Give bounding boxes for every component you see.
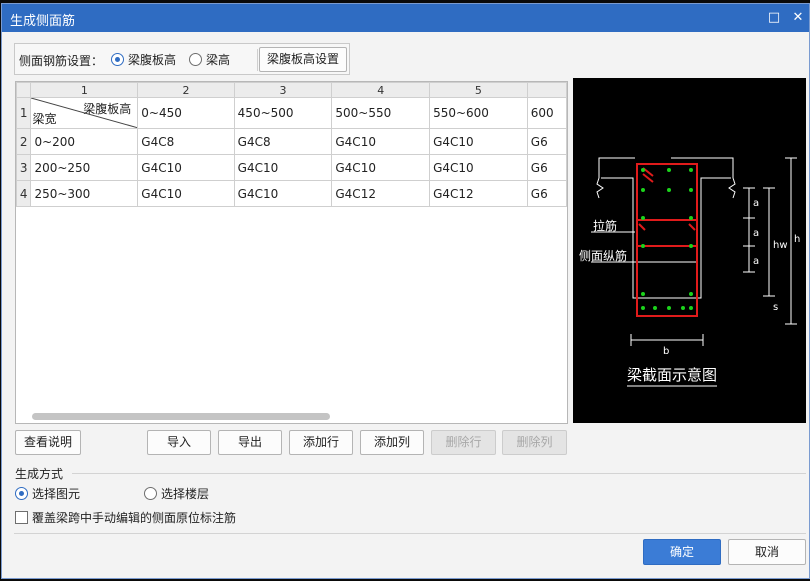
delete-column-button[interactable]: 删除列 <box>502 430 567 455</box>
row-header[interactable]: 2 <box>16 128 32 155</box>
delete-row-button[interactable]: 删除行 <box>431 430 496 455</box>
grid-cell[interactable]: G4C12 <box>331 180 431 207</box>
s-dim-label: s <box>773 302 778 313</box>
section-divider <box>72 473 806 474</box>
radio-beam-height-dot[interactable] <box>189 53 202 66</box>
side-long-bar-label: 侧面纵筋 <box>579 248 627 263</box>
maximize-icon[interactable]: □ <box>764 8 784 28</box>
hw-dim-label: hw <box>773 240 788 251</box>
column-header[interactable]: 1 <box>30 82 139 98</box>
rebar-grid[interactable]: 1 2 3 4 5 1 梁腹板高 梁宽 0~450 450~500 500~55… <box>15 81 568 424</box>
grid-cell[interactable]: 200~250 <box>30 154 139 181</box>
column-header[interactable]: 2 <box>137 82 235 98</box>
grid-cell[interactable]: G4C8 <box>137 128 235 155</box>
beam-section-preview: 拉筋 侧面纵筋 a a a hw h s b 梁截面示意图 <box>573 78 806 423</box>
grid-cell[interactable]: G4C10 <box>233 154 333 181</box>
grid-cell[interactable]: G4C8 <box>233 128 333 155</box>
grid-cell[interactable]: G4C10 <box>331 154 431 181</box>
help-button[interactable]: 查看说明 <box>15 430 81 455</box>
horizontal-scrollbar[interactable] <box>32 413 330 420</box>
table-row: 3 200~250 G4C10 G4C10 G4C10 G4C10 G6 <box>16 154 567 181</box>
row-header[interactable]: 1 <box>16 97 32 129</box>
grid-cell[interactable]: 0~200 <box>30 128 139 155</box>
grid-cell[interactable]: 500~550 <box>331 97 431 129</box>
titlebar: 生成侧面筋 □ ✕ <box>2 4 809 32</box>
settings-label: 侧面钢筋设置： <box>19 54 104 68</box>
column-header-row: 1 2 3 4 5 <box>16 82 567 98</box>
grid-cell[interactable]: G4C10 <box>233 180 333 207</box>
radio-beam-height-label: 梁高 <box>206 53 231 67</box>
close-icon[interactable]: ✕ <box>788 8 808 28</box>
radio-web-height-label: 梁腹板高 <box>128 53 177 67</box>
corner-header <box>16 82 32 98</box>
import-button[interactable]: 导入 <box>147 430 211 455</box>
diagonal-header-cell: 梁腹板高 梁宽 <box>30 97 139 129</box>
grid-cell[interactable]: 450~500 <box>233 97 333 129</box>
ok-button[interactable]: 确定 <box>643 539 721 565</box>
add-row-button[interactable]: 添加行 <box>289 430 353 455</box>
diagram-caption: 梁截面示意图 <box>627 366 717 384</box>
add-column-button[interactable]: 添加列 <box>360 430 424 455</box>
web-height-axis-label: 梁腹板高 <box>83 102 132 116</box>
grid-cell[interactable]: G4C12 <box>429 180 528 207</box>
side-rebar-settings: 侧面钢筋设置： 梁腹板高 梁高 梁腹板高设置 <box>14 43 350 75</box>
beam-section-diagram: 拉筋 侧面纵筋 a a a hw h s b 梁截面示意图 <box>579 157 800 387</box>
dialog-window: 生成侧面筋 □ ✕ 侧面钢筋设置： 梁腹板高 梁高 梁腹板高设置 1 2 3 4… <box>1 3 810 579</box>
radio-select-element-label: 选择图元 <box>32 487 81 501</box>
override-checkbox[interactable]: 覆盖梁跨中手动编辑的侧面原位标注筋 <box>15 509 236 526</box>
footer-divider <box>14 533 806 534</box>
grid-cell[interactable]: G6 <box>526 154 567 181</box>
column-header[interactable]: 5 <box>429 82 528 98</box>
tie-bar-label: 拉筋 <box>593 218 617 233</box>
radio-select-floor-label: 选择楼层 <box>161 487 210 501</box>
grid-cell[interactable]: G4C10 <box>137 154 235 181</box>
web-height-settings-button[interactable]: 梁腹板高设置 <box>259 47 347 72</box>
grid-cell[interactable]: 0~450 <box>137 97 235 129</box>
b-dim-label: b <box>663 346 669 357</box>
row-header[interactable]: 4 <box>16 180 32 207</box>
grid-cell[interactable]: G4C10 <box>429 128 528 155</box>
table-row: 1 梁腹板高 梁宽 0~450 450~500 500~550 550~600 … <box>16 97 567 129</box>
cancel-button[interactable]: 取消 <box>728 539 806 565</box>
override-checkbox-box[interactable] <box>15 511 28 524</box>
rebar-table: 1 2 3 4 5 1 梁腹板高 梁宽 0~450 450~500 500~55… <box>16 82 567 207</box>
grid-cell[interactable]: 600 <box>526 97 567 129</box>
generate-section-title: 生成方式 <box>15 467 64 481</box>
radio-web-height[interactable]: 梁腹板高 <box>111 51 176 68</box>
divider <box>257 49 258 71</box>
radio-web-height-dot[interactable] <box>111 53 124 66</box>
export-button[interactable]: 导出 <box>218 430 282 455</box>
table-row: 4 250~300 G4C10 G4C10 G4C12 G4C12 G6 <box>16 180 567 207</box>
grid-cell[interactable]: 250~300 <box>30 180 139 207</box>
table-row: 2 0~200 G4C8 G4C8 G4C10 G4C10 G6 <box>16 128 567 155</box>
radio-select-floor-dot[interactable] <box>144 487 157 500</box>
grid-cell[interactable]: G4C10 <box>137 180 235 207</box>
radio-select-element-dot[interactable] <box>15 487 28 500</box>
dialog-title: 生成侧面筋 <box>10 14 76 29</box>
column-header[interactable]: 3 <box>233 82 333 98</box>
a-dim-label: a <box>753 228 759 239</box>
column-header <box>526 82 567 98</box>
row-header[interactable]: 3 <box>16 154 32 181</box>
h-dim-label: h <box>794 234 800 245</box>
grid-cell[interactable]: G4C10 <box>331 128 431 155</box>
beam-width-axis-label: 梁宽 <box>32 112 57 126</box>
grid-cell[interactable]: G6 <box>526 128 567 155</box>
column-header[interactable]: 4 <box>331 82 431 98</box>
a-dim-label: a <box>753 256 759 267</box>
radio-beam-height[interactable]: 梁高 <box>189 51 230 68</box>
a-dim-label: a <box>753 198 759 209</box>
radio-select-floor[interactable]: 选择楼层 <box>144 485 209 502</box>
grid-cell[interactable]: 550~600 <box>429 97 528 129</box>
grid-cell[interactable]: G4C10 <box>429 154 528 181</box>
grid-cell[interactable]: G6 <box>526 180 567 207</box>
override-checkbox-label: 覆盖梁跨中手动编辑的侧面原位标注筋 <box>32 511 237 525</box>
radio-select-element[interactable]: 选择图元 <box>15 485 80 502</box>
